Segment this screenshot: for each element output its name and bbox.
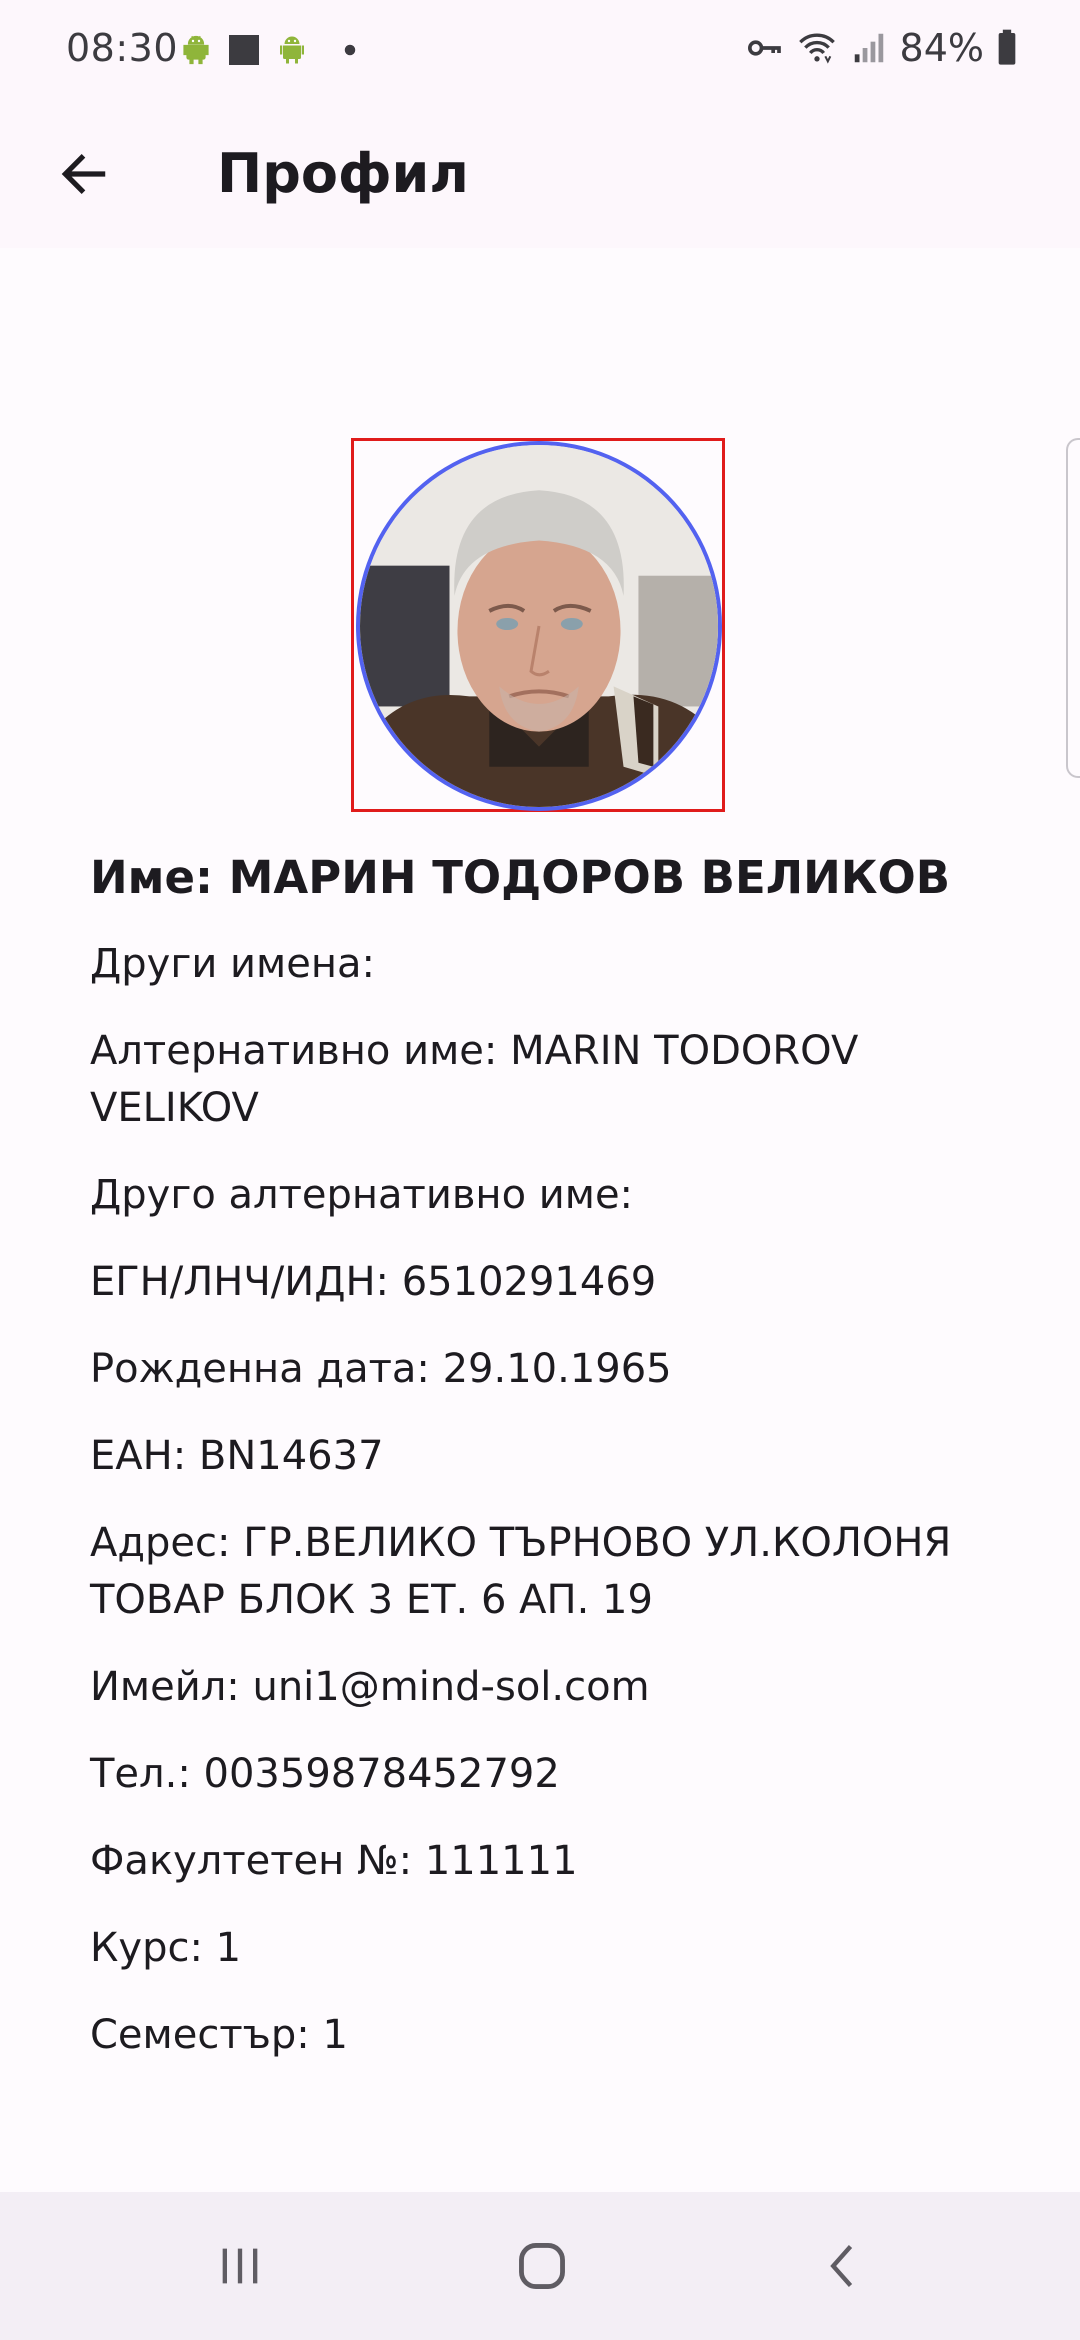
navigation-bar: [0, 2192, 1080, 2340]
android-icon: [183, 35, 209, 65]
profile-name: Име: МАРИН ТОДОРОВ ВЕЛИКОВ: [90, 851, 951, 904]
arrow-back-icon: [61, 154, 106, 194]
field-phone: Тел.: 00359878452792: [90, 1751, 560, 1797]
field-egn: ЕГН/ЛНЧ/ИДН: 6510291469: [90, 1259, 657, 1305]
recent-apps-icon: [222, 2248, 258, 2284]
signal-icon: [854, 33, 883, 63]
system-icons: 84%: [744, 26, 1018, 70]
field-other-alternative-name: Друго алтернативно име:: [90, 1172, 634, 1218]
field-email: Имейл: uni1@mind-sol.com: [90, 1664, 650, 1710]
avatar-frame: [351, 438, 725, 812]
field-birth-date: Рожденна дата: 29.10.1965: [90, 1346, 672, 1392]
vpn-key-icon: [747, 40, 781, 56]
scroll-handle[interactable]: [1066, 438, 1080, 778]
battery-icon: [998, 29, 1016, 65]
back-button[interactable]: [40, 130, 128, 218]
app-bar: Профил: [0, 100, 1080, 248]
notification-icons: [178, 32, 368, 68]
field-alternative-name: Алтернативно име: MARIN TODOROV VELIKOV: [90, 1028, 859, 1131]
home-icon: [519, 2243, 565, 2289]
home-button[interactable]: [482, 2216, 602, 2316]
field-semester: Семестър: 1: [90, 2012, 348, 2058]
recent-apps-button[interactable]: [180, 2216, 300, 2316]
field-faculty-number: Факултетен №: 111111: [90, 1838, 578, 1884]
nav-back-button[interactable]: [784, 2216, 904, 2316]
profile-info: Име: МАРИН ТОДОРОВ ВЕЛИКОВ Други имена: …: [90, 848, 990, 2094]
chevron-left-icon: [830, 2245, 853, 2287]
dot-icon: [344, 44, 356, 56]
field-other-names: Други имена:: [90, 941, 375, 987]
square-icon: [229, 35, 259, 65]
wifi-icon: [798, 33, 835, 64]
profile-screen: 08:30 84% Профил Име: МАРИН ТОДОРОВ ВЕЛИ…: [0, 0, 1080, 2340]
battery-percent: 84%: [899, 26, 984, 70]
status-bar: 08:30 84%: [0, 0, 1080, 100]
profile-photo: [360, 445, 718, 807]
field-ean: ЕАН: BN14637: [90, 1433, 384, 1479]
profile-content[interactable]: Име: МАРИН ТОДОРОВ ВЕЛИКОВ Други имена: …: [0, 248, 1080, 2192]
page-title: Профил: [217, 142, 469, 205]
android-icon: [280, 36, 304, 64]
status-time: 08:30: [66, 26, 179, 70]
field-course: Курс: 1: [90, 1925, 242, 1971]
field-address: Адрес: ГР.ВЕЛИКО ТЪРНОВО УЛ.КОЛОНЯ ТОВАР…: [90, 1520, 952, 1623]
avatar: [356, 441, 722, 811]
